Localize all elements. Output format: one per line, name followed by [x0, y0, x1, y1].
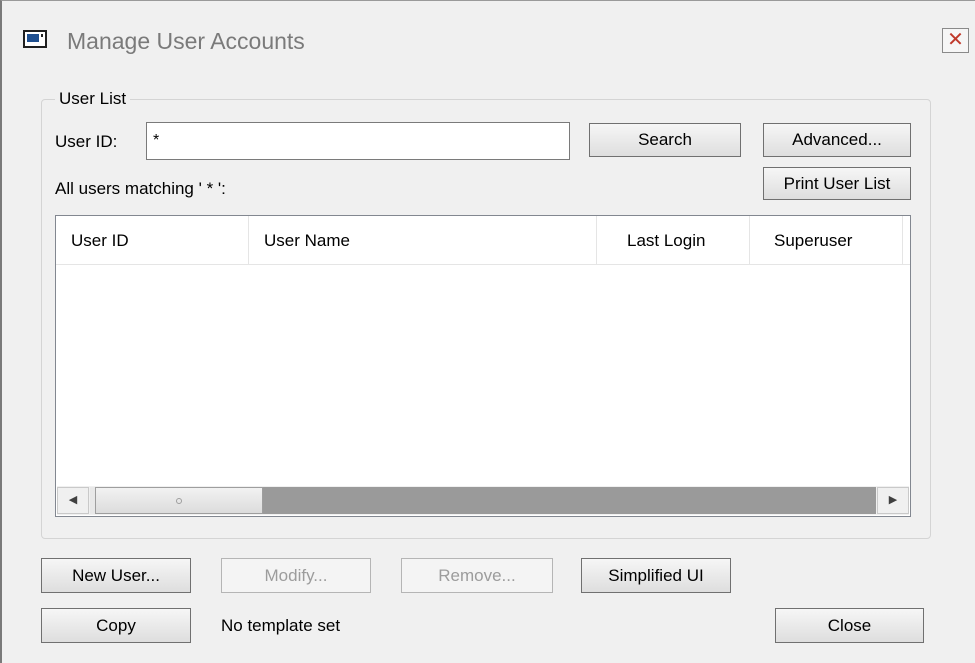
user-list-view[interactable]: User ID User Name Last Login Superuser ◀…: [55, 215, 911, 517]
scroll-track-remaining[interactable]: [263, 487, 876, 514]
user-id-label: User ID:: [55, 132, 118, 151]
simplified-ui-button[interactable]: Simplified UI: [581, 558, 731, 593]
remove-button[interactable]: Remove...: [401, 558, 553, 593]
close-window-button[interactable]: ✕: [942, 28, 969, 53]
horizontal-scrollbar[interactable]: ◀ ▶: [57, 486, 909, 515]
column-header-last-login[interactable]: Last Login: [597, 216, 750, 264]
search-button[interactable]: Search: [589, 123, 741, 157]
modify-button[interactable]: Modify...: [221, 558, 371, 593]
window-icon: [23, 30, 47, 48]
list-header: User ID User Name Last Login Superuser: [56, 216, 910, 265]
scroll-thumb[interactable]: [95, 487, 263, 514]
column-header-user-id[interactable]: User ID: [56, 216, 249, 264]
close-button[interactable]: Close: [775, 608, 924, 643]
window-title: Manage User Accounts: [67, 28, 305, 54]
template-status: No template set: [221, 616, 341, 635]
scroll-right-button[interactable]: ▶: [877, 487, 909, 514]
arrow-right-icon: ▶: [888, 494, 898, 506]
column-header-superuser[interactable]: Superuser: [750, 216, 903, 264]
title-bar[interactable]: Manage User Accounts ✕: [2, 1, 975, 71]
user-list-group-label: User List: [55, 89, 131, 109]
user-id-input[interactable]: [146, 122, 570, 160]
list-body[interactable]: [56, 265, 910, 485]
print-user-list-button[interactable]: Print User List: [763, 167, 911, 200]
arrow-left-icon: ◀: [68, 494, 78, 506]
manage-user-accounts-window: Manage User Accounts ✕ User List User ID…: [0, 0, 975, 663]
column-header-user-name[interactable]: User Name: [249, 216, 597, 264]
matching-summary: All users matching ' * ':: [55, 179, 226, 198]
copy-button[interactable]: Copy: [41, 608, 191, 643]
close-icon: ✕: [947, 29, 964, 51]
scroll-left-button[interactable]: ◀: [57, 487, 89, 514]
advanced-button[interactable]: Advanced...: [763, 123, 911, 157]
new-user-button[interactable]: New User...: [41, 558, 191, 593]
